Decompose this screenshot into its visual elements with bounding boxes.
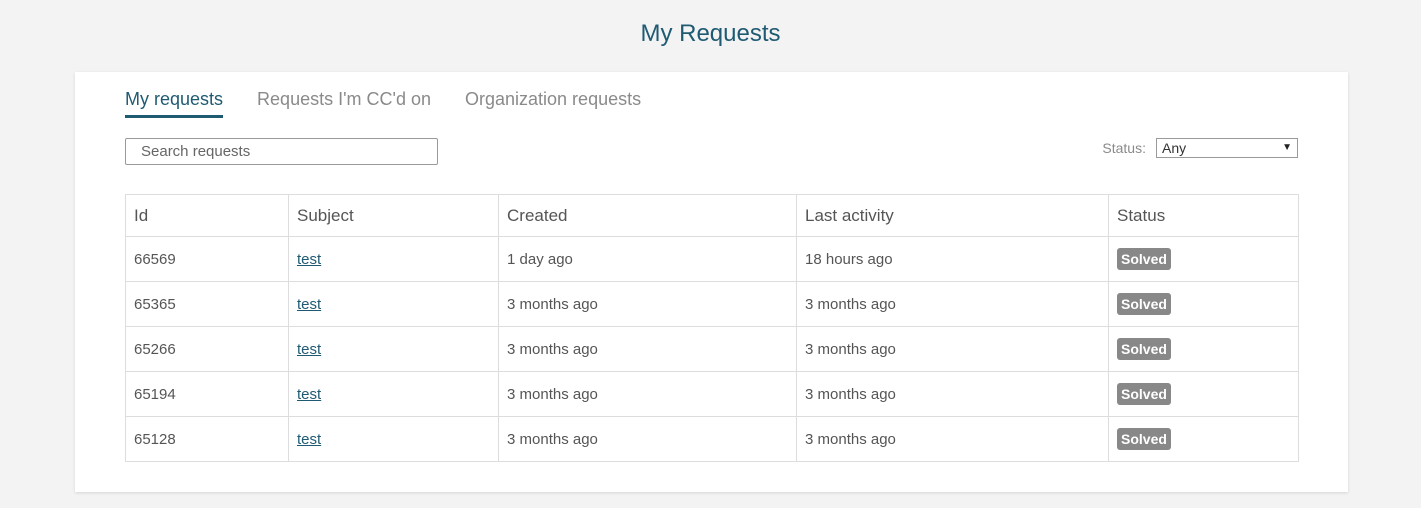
- status-filter: Status: Any ▼: [1102, 138, 1298, 158]
- column-header-subject: Subject: [288, 194, 499, 237]
- status-badge: Solved: [1117, 383, 1171, 405]
- request-last-activity: 3 months ago: [796, 281, 1109, 327]
- status-badge: Solved: [1117, 338, 1171, 360]
- tab-my-requests[interactable]: My requests: [125, 88, 224, 118]
- request-created: 3 months ago: [498, 371, 797, 417]
- table-row: 65266 test 3 months ago 3 months ago Sol…: [125, 326, 1299, 372]
- request-id: 65266: [125, 326, 289, 372]
- column-header-created: Created: [498, 194, 797, 237]
- request-last-activity: 3 months ago: [796, 416, 1109, 462]
- chevron-down-icon: ▼: [1282, 142, 1292, 153]
- request-created: 1 day ago: [498, 236, 797, 282]
- request-last-activity: 18 hours ago: [796, 236, 1109, 282]
- request-tabs: My requests Requests I'm CC'd on Organiz…: [125, 88, 675, 118]
- table-row: 65194 test 3 months ago 3 months ago Sol…: [125, 371, 1299, 417]
- tab-organization-requests[interactable]: Organization requests: [465, 88, 641, 118]
- request-last-activity: 3 months ago: [796, 326, 1109, 372]
- status-badge: Solved: [1117, 293, 1171, 315]
- table-row: 65128 test 3 months ago 3 months ago Sol…: [125, 416, 1299, 462]
- search-input[interactable]: [125, 138, 438, 165]
- request-id: 66569: [125, 236, 289, 282]
- request-id: 65365: [125, 281, 289, 327]
- request-created: 3 months ago: [498, 281, 797, 327]
- requests-card: My requests Requests I'm CC'd on Organiz…: [75, 72, 1348, 492]
- status-badge: Solved: [1117, 428, 1171, 450]
- page-title: My Requests: [640, 20, 781, 47]
- status-badge: Solved: [1117, 248, 1171, 270]
- status-select-value: Any: [1162, 140, 1187, 156]
- requests-table: Id Subject Created Last activity Status …: [125, 194, 1299, 462]
- column-header-status: Status: [1108, 194, 1299, 237]
- request-last-activity: 3 months ago: [796, 371, 1109, 417]
- table-header-row: Id Subject Created Last activity Status: [125, 194, 1299, 237]
- request-subject-link[interactable]: test: [297, 296, 321, 313]
- table-row: 65365 test 3 months ago 3 months ago Sol…: [125, 281, 1299, 327]
- tab-cc-requests[interactable]: Requests I'm CC'd on: [257, 88, 431, 118]
- request-created: 3 months ago: [498, 416, 797, 462]
- column-header-last-activity: Last activity: [796, 194, 1109, 237]
- status-filter-label: Status:: [1102, 140, 1146, 156]
- request-id: 65128: [125, 416, 289, 462]
- request-subject-link[interactable]: test: [297, 386, 321, 403]
- request-subject-link[interactable]: test: [297, 431, 321, 448]
- request-created: 3 months ago: [498, 326, 797, 372]
- status-select[interactable]: Any ▼: [1156, 138, 1298, 158]
- request-subject-link[interactable]: test: [297, 251, 321, 268]
- request-id: 65194: [125, 371, 289, 417]
- column-header-id: Id: [125, 194, 289, 237]
- table-row: 66569 test 1 day ago 18 hours ago Solved: [125, 236, 1299, 282]
- request-subject-link[interactable]: test: [297, 341, 321, 358]
